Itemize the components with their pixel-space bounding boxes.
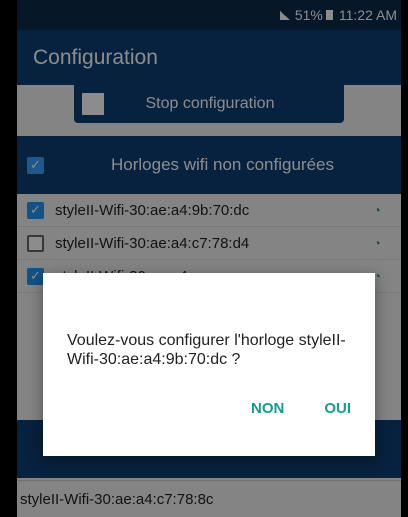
phone-screen: 51% 11:22 AM Configuration Stop configur… bbox=[17, 0, 401, 517]
dialog-message: Voulez-vous configurer l'horloge styleII… bbox=[67, 332, 346, 368]
dialog-actions: NON OUI bbox=[251, 400, 351, 417]
oui-button[interactable]: OUI bbox=[324, 400, 351, 417]
confirm-dialog: Voulez-vous configurer l'horloge styleII… bbox=[43, 273, 375, 456]
non-button[interactable]: NON bbox=[251, 400, 284, 417]
